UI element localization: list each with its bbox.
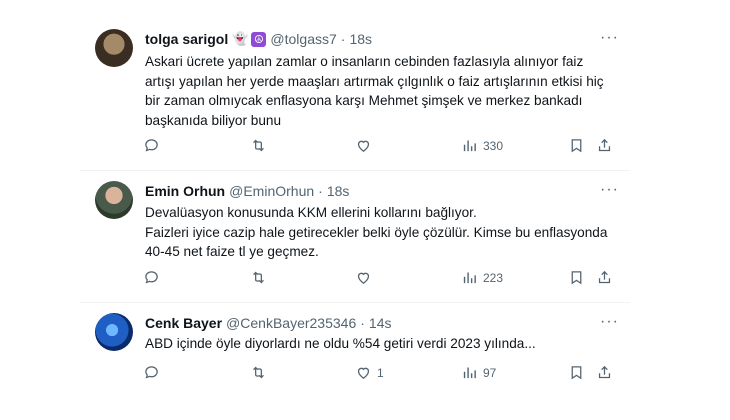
like-button[interactable] [355, 269, 377, 286]
timestamp[interactable]: 18s [349, 31, 372, 47]
like-icon [357, 272, 370, 284]
views-icon [463, 140, 476, 152]
retweet-button[interactable] [250, 137, 267, 154]
share-button[interactable] [596, 364, 613, 381]
reply-icon [145, 271, 158, 284]
bookmark-icon [571, 139, 582, 153]
views-button[interactable]: 330 [461, 137, 503, 154]
share-icon [598, 365, 611, 379]
tweet-header: tolga sarigol 👻 ☮ @tolgass7 · 18s [145, 29, 372, 49]
bookmark-icon [571, 366, 582, 380]
tweet[interactable]: Emin Orhun @EminOrhun · 18s ··· Devalüas… [80, 181, 630, 301]
share-button[interactable] [596, 269, 613, 286]
timestamp[interactable]: 18s [327, 183, 350, 199]
views-icon [463, 272, 476, 284]
views-count: 97 [483, 365, 497, 380]
more-options-icon[interactable]: ··· [600, 29, 619, 47]
views-count: 223 [483, 270, 504, 285]
action-bar: 1 97 [143, 364, 618, 384]
retweet-icon [253, 271, 264, 284]
reply-button[interactable] [143, 137, 160, 154]
like-icon [357, 140, 370, 152]
tweet-header: Emin Orhun @EminOrhun · 18s [145, 181, 349, 201]
views-button[interactable]: 223 [461, 269, 503, 286]
views-icon [463, 367, 476, 379]
separator-dot: · [360, 315, 365, 331]
username[interactable]: @EminOrhun [229, 183, 314, 199]
reply-button[interactable] [143, 364, 160, 381]
tweet-text: ABD içinde öyle diyorlardı ne oldu %54 g… [145, 336, 536, 351]
more-options-icon[interactable]: ··· [600, 313, 619, 331]
retweet-button[interactable] [250, 364, 267, 381]
tweet-text: Devalüasyon konusunda KKM ellerini kolla… [145, 205, 608, 259]
display-name[interactable]: Emin Orhun [145, 183, 225, 199]
like-count: 1 [377, 365, 384, 380]
ghost-icon: 👻 [232, 31, 249, 46]
bookmark-button[interactable] [568, 364, 585, 381]
tweet[interactable]: tolga sarigol 👻 ☮ @tolgass7 · 18s ··· As… [80, 29, 630, 159]
username[interactable]: @CenkBayer235346 [226, 315, 356, 331]
peace-icon: ☮ [251, 31, 267, 47]
reply-button[interactable] [143, 269, 160, 286]
reply-icon [145, 139, 158, 152]
reply-icon [145, 366, 158, 379]
tweet-divider [80, 170, 630, 171]
more-options-icon[interactable]: ··· [600, 181, 619, 199]
tweet-header: Cenk Bayer @CenkBayer235346 · 14s [145, 313, 391, 333]
retweet-icon [253, 366, 264, 379]
display-name[interactable]: Cenk Bayer [145, 315, 222, 331]
bookmark-button[interactable] [568, 137, 585, 154]
timestamp[interactable]: 14s [369, 315, 392, 331]
separator-dot: · [318, 183, 323, 199]
username[interactable]: @tolgass7 [270, 31, 336, 47]
tweet[interactable]: Cenk Bayer @CenkBayer235346 · 14s ··· AB… [80, 313, 630, 393]
action-bar: 330 [143, 137, 618, 157]
views-count: 330 [483, 138, 504, 153]
share-icon [598, 138, 611, 152]
like-icon [357, 367, 370, 379]
like-button[interactable] [355, 137, 377, 154]
share-icon [598, 270, 611, 284]
retweet-button[interactable] [250, 269, 267, 286]
retweet-icon [253, 139, 264, 152]
separator-dot: · [340, 31, 346, 47]
like-button[interactable]: 1 [355, 364, 384, 381]
display-name[interactable]: tolga sarigol [145, 31, 228, 47]
share-button[interactable] [596, 137, 613, 154]
views-button[interactable]: 97 [461, 364, 496, 381]
tweet-divider [80, 302, 630, 303]
action-bar: 223 [143, 269, 618, 289]
tweet-text: Askari ücrete yapılan zamlar o insanları… [145, 54, 604, 128]
bookmark-icon [571, 271, 582, 285]
bookmark-button[interactable] [568, 269, 585, 286]
